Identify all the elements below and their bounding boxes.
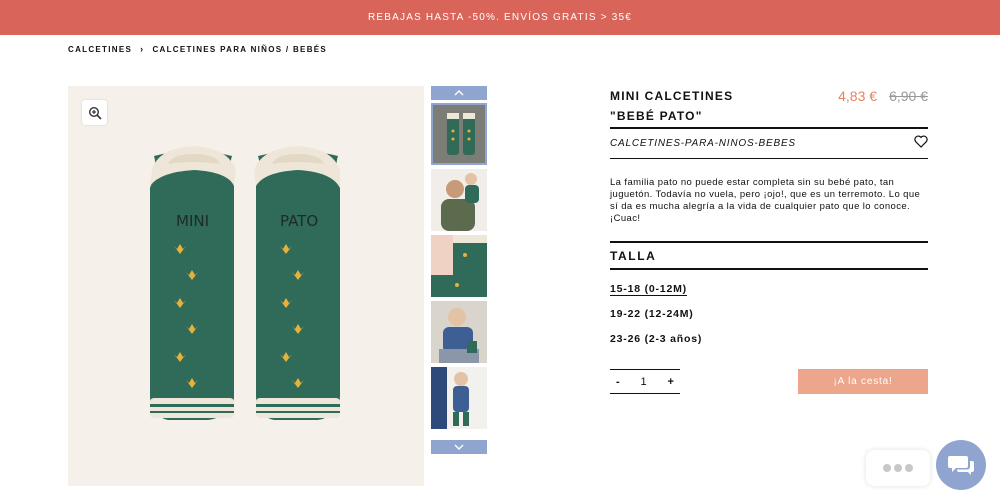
product-description: La familia pato no puede estar completa … — [610, 177, 921, 224]
sock-left-text: MINI — [176, 212, 209, 230]
buy-row: - 1 + ¡A la cesta! — [610, 369, 928, 394]
thumbnail-carousel — [431, 86, 487, 454]
wishlist-button[interactable] — [914, 134, 928, 153]
size-option-23-26[interactable]: 23-26 (2-3 años) — [610, 330, 928, 355]
thumbnail-dad-baby-image — [431, 169, 487, 231]
quantity-stepper: - 1 + — [610, 369, 680, 394]
right-sock: PATO — [254, 146, 340, 420]
size-heading: TALLA — [610, 241, 928, 270]
quantity-decrease-button[interactable]: - — [616, 376, 620, 388]
heart-icon — [914, 134, 928, 148]
thumbnail-baby-standing-image — [431, 367, 487, 429]
quantity-increase-button[interactable]: + — [668, 376, 674, 388]
breadcrumb-item-ninos-bebes[interactable]: CALCETINES PARA NIÑOS / BEBÉS — [152, 45, 327, 54]
product-category-link[interactable]: CALCETINES-PARA-NINOS-BEBES — [610, 138, 796, 149]
thumbnail-baby-sitting-image — [431, 301, 487, 363]
typing-dots-icon — [883, 464, 891, 472]
socks-illustration: MINI PATO — [150, 146, 340, 420]
thumbnail-4[interactable] — [431, 301, 487, 363]
thumbnail-next-button[interactable] — [431, 440, 487, 454]
product-title: MINI CALCETINES "BEBÉ PATO" — [610, 89, 734, 123]
typing-dot — [905, 464, 913, 472]
chat-button[interactable] — [936, 440, 986, 490]
size-option-15-18[interactable]: 15-18 (0-12M) — [610, 280, 928, 305]
thumbnail-prev-button[interactable] — [431, 86, 487, 100]
typing-dot — [894, 464, 902, 472]
breadcrumb-item-calcetines[interactable]: CALCETINES — [68, 45, 132, 54]
product-info: MINI CALCETINES "BEBÉ PATO" 4,83 € 6,90 … — [610, 86, 928, 394]
zoom-button[interactable] — [82, 100, 107, 125]
size-label: 15-18 (0-12M) — [610, 283, 687, 296]
thumbnail-sock-closeup-image — [431, 235, 487, 297]
sock-right-text: PATO — [280, 212, 318, 230]
price-group: 4,83 € 6,90 € — [838, 86, 928, 127]
size-option-19-22[interactable]: 19-22 (12-24M) — [610, 305, 928, 330]
add-to-cart-button[interactable]: ¡A la cesta! — [798, 369, 928, 394]
breadcrumb: CALCETINES › CALCETINES PARA NIÑOS / BEB… — [68, 44, 327, 54]
promo-bar: REBAJAS HASTA -50%. ENVÍOS GRATIS > 35€ — [0, 0, 1000, 35]
category-row: CALCETINES-PARA-NINOS-BEBES — [610, 129, 928, 159]
thumbnail-2[interactable] — [431, 169, 487, 231]
original-price: 6,90 € — [889, 88, 928, 104]
promo-text: REBAJAS HASTA -50%. ENVÍOS GRATIS > 35€ — [367, 12, 632, 23]
size-options: 15-18 (0-12M) 19-22 (12-24M) 23-26 (2-3 … — [610, 280, 928, 355]
current-price: 4,83 € — [838, 88, 878, 104]
thumbnail-5[interactable] — [431, 367, 487, 429]
thumbnail-socks-image — [433, 105, 485, 163]
product-main-image[interactable]: MINI PATO — [68, 86, 424, 486]
chat-typing-bubble[interactable] — [866, 450, 930, 486]
size-label: 23-26 (2-3 años) — [610, 333, 703, 345]
breadcrumb-separator: › — [140, 44, 145, 54]
chevron-up-icon — [454, 90, 464, 96]
thumbnail-3[interactable] — [431, 235, 487, 297]
quantity-value[interactable]: 1 — [641, 376, 647, 388]
thumbnail-1[interactable] — [431, 103, 487, 165]
left-sock: MINI — [150, 146, 236, 420]
chat-bubbles-icon — [948, 456, 974, 475]
title-row: MINI CALCETINES "BEBÉ PATO" 4,83 € 6,90 … — [610, 86, 928, 129]
size-label: 19-22 (12-24M) — [610, 308, 694, 320]
chevron-down-icon — [454, 444, 464, 450]
zoom-in-icon — [88, 106, 102, 120]
